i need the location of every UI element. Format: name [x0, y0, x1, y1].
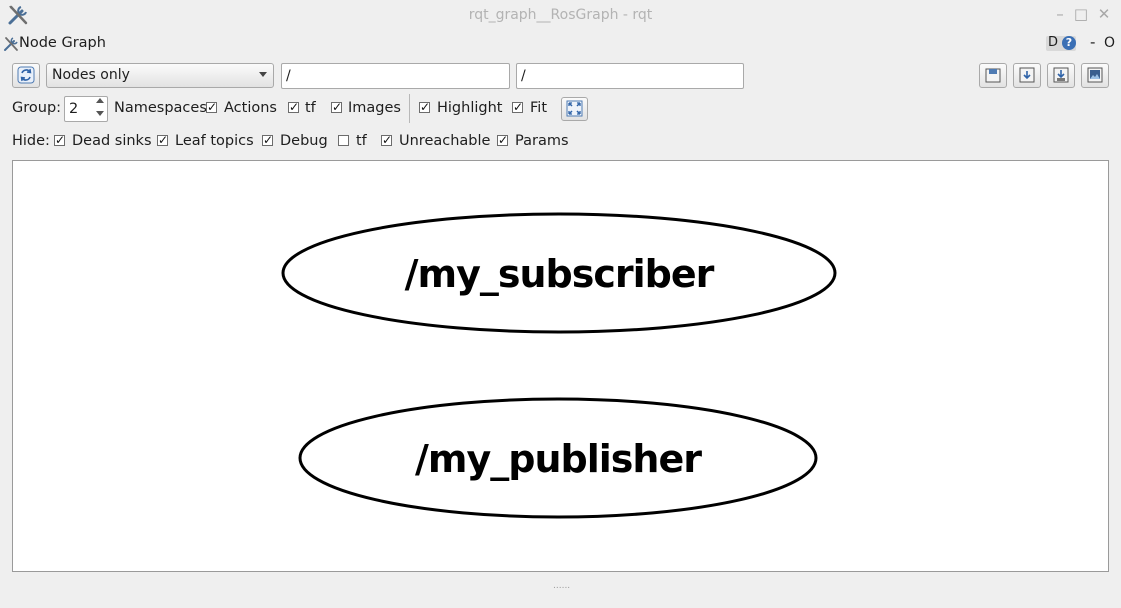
highlight-label: Highlight [437, 100, 503, 116]
leaf-topics-label: Leaf topics [175, 133, 254, 149]
graph-node-subscriber[interactable]: /my_subscriber [281, 212, 837, 334]
fit-in-view-button[interactable] [561, 97, 588, 121]
hide-tf-label: tf [356, 133, 367, 149]
refresh-button[interactable] [12, 63, 40, 88]
help-letter: D [1048, 35, 1059, 50]
images-label: Images [348, 100, 401, 116]
splitter-handle[interactable]: ...... [553, 581, 570, 591]
save-svg-icon [1053, 67, 1069, 83]
group-label: Group: [12, 100, 62, 116]
hide-tf-checkbox[interactable] [338, 135, 349, 146]
unreachable-label: Unreachable [399, 133, 491, 149]
save-dot-button[interactable] [1013, 63, 1041, 88]
save-dot-icon [1019, 67, 1035, 83]
dead-sinks-checkbox[interactable]: ✓ [54, 134, 65, 146]
actions-label: Actions [224, 100, 277, 116]
fit-in-view-icon [566, 100, 583, 117]
tf-option-checkbox[interactable]: ✓ [288, 101, 299, 113]
debug-label: Debug [280, 133, 328, 149]
debug-checkbox[interactable]: ✓ [262, 134, 273, 146]
spin-up-icon[interactable] [96, 98, 104, 103]
namespaces-label: Namespaces [114, 100, 207, 116]
node-label: /my_subscriber [405, 252, 715, 296]
images-checkbox[interactable]: ✓ [331, 101, 342, 113]
image-icon [1087, 67, 1103, 83]
close-window-icon[interactable]: ✕ [1095, 5, 1113, 23]
toolbar-separator [409, 94, 410, 123]
topic-filter-input[interactable]: / [516, 63, 744, 89]
unreachable-checkbox[interactable]: ✓ [381, 134, 392, 146]
plugin-minimize-button[interactable]: - [1090, 33, 1095, 51]
refresh-icon [17, 66, 35, 84]
plugin-title: Node Graph [19, 35, 106, 51]
graph-view: /my_subscriber /my_publisher [281, 212, 837, 519]
leaf-topics-checkbox[interactable]: ✓ [157, 134, 168, 146]
tf-option-label: tf [305, 100, 316, 116]
actions-checkbox[interactable]: ✓ [206, 101, 217, 113]
group-value: 2 [69, 101, 79, 117]
namespace-filter-input[interactable]: / [281, 63, 510, 89]
open-file-icon [985, 68, 1001, 83]
save-image-button[interactable] [1081, 63, 1109, 88]
highlight-checkbox[interactable]: ✓ [419, 101, 430, 113]
graph-node-publisher[interactable]: /my_publisher [298, 397, 818, 519]
minimize-window-icon[interactable]: – [1051, 5, 1069, 23]
plugin-tools-icon [4, 37, 18, 51]
plugin-close-button[interactable]: O [1104, 35, 1115, 51]
params-label: Params [515, 133, 569, 149]
fit-checkbox[interactable]: ✓ [512, 101, 523, 113]
fit-label: Fit [530, 100, 547, 116]
node-label: /my_publisher [415, 437, 702, 481]
graph-mode-select[interactable]: Nodes only [46, 63, 274, 88]
params-checkbox[interactable]: ✓ [497, 134, 508, 146]
hide-label: Hide: [12, 133, 50, 149]
maximize-window-icon[interactable]: □ [1072, 5, 1090, 23]
graph-canvas[interactable]: /my_subscriber /my_publisher [12, 160, 1109, 572]
save-svg-button[interactable] [1047, 63, 1075, 88]
window-title: rqt_graph__RosGraph - rqt [468, 7, 653, 23]
dead-sinks-label: Dead sinks [72, 133, 152, 149]
spin-down-icon[interactable] [96, 111, 104, 116]
help-icon[interactable]: ? [1062, 36, 1076, 50]
chevron-down-icon [259, 72, 267, 77]
load-dot-button[interactable] [979, 63, 1007, 88]
